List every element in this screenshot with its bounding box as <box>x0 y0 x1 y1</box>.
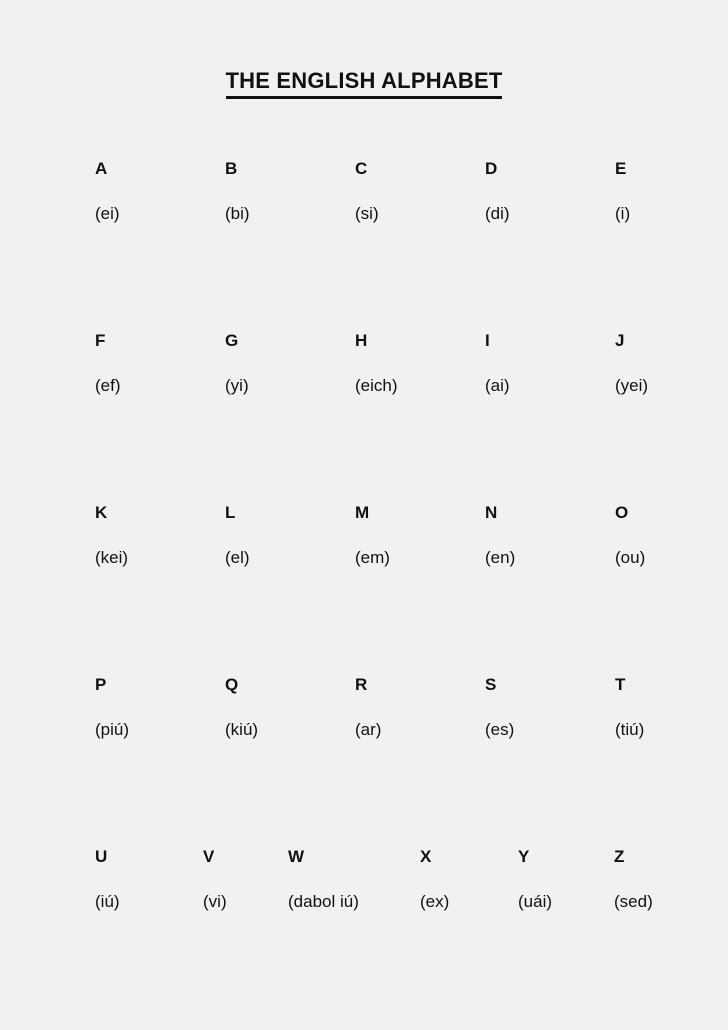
alphabet-pronunciation: (es) <box>485 721 625 738</box>
alphabet-pronunciation: (ei) <box>95 205 235 222</box>
alphabet-entry-o: O (ou) <box>615 504 728 566</box>
alphabet-entry-d: D (di) <box>485 160 625 222</box>
alphabet-pronunciation: (eich) <box>355 377 495 394</box>
alphabet-pronunciation: (bi) <box>225 205 365 222</box>
alphabet-letter: W <box>288 848 428 868</box>
alphabet-entry-f: F (ef) <box>95 332 235 394</box>
alphabet-letter: M <box>355 504 495 524</box>
alphabet-letter: Q <box>225 676 365 696</box>
alphabet-letter: Z <box>614 848 728 868</box>
alphabet-entry-q: Q (kiú) <box>225 676 365 738</box>
alphabet-pronunciation: (el) <box>225 549 365 566</box>
alphabet-pronunciation: (i) <box>615 205 728 222</box>
alphabet-entry-m: M (em) <box>355 504 495 566</box>
alphabet-entry-w: W (dabol iú) <box>288 848 428 910</box>
alphabet-row: A (ei) B (bi) C (si) D (di) E (i) <box>0 160 728 332</box>
alphabet-pronunciation: (yi) <box>225 377 365 394</box>
alphabet-letter: H <box>355 332 495 352</box>
alphabet-letter: T <box>615 676 728 696</box>
alphabet-letter: S <box>485 676 625 696</box>
alphabet-pronunciation: (tiú) <box>615 721 728 738</box>
alphabet-pronunciation: (di) <box>485 205 625 222</box>
alphabet-entry-l: L (el) <box>225 504 365 566</box>
alphabet-entry-r: R (ar) <box>355 676 495 738</box>
alphabet-entry-a: A (ei) <box>95 160 235 222</box>
alphabet-pronunciation: (piú) <box>95 721 235 738</box>
alphabet-letter: O <box>615 504 728 524</box>
alphabet-pronunciation: (ef) <box>95 377 235 394</box>
alphabet-entry-z: Z (sed) <box>614 848 728 910</box>
alphabet-entry-k: K (kei) <box>95 504 235 566</box>
alphabet-entry-h: H (eich) <box>355 332 495 394</box>
alphabet-entry-p: P (piú) <box>95 676 235 738</box>
alphabet-entry-t: T (tiú) <box>615 676 728 738</box>
alphabet-letter: P <box>95 676 235 696</box>
alphabet-row: F (ef) G (yi) H (eich) I (ai) J (yei) <box>0 332 728 504</box>
alphabet-letter: E <box>615 160 728 180</box>
alphabet-entry-n: N (en) <box>485 504 625 566</box>
alphabet-pronunciation: (ai) <box>485 377 625 394</box>
alphabet-entry-g: G (yi) <box>225 332 365 394</box>
alphabet-letter: C <box>355 160 495 180</box>
alphabet-pronunciation: (ar) <box>355 721 495 738</box>
alphabet-entry-s: S (es) <box>485 676 625 738</box>
alphabet-letter: I <box>485 332 625 352</box>
page-title-container: THE ENGLISH ALPHABET <box>0 68 728 99</box>
alphabet-letter: D <box>485 160 625 180</box>
alphabet-letter: J <box>615 332 728 352</box>
alphabet-entry-b: B (bi) <box>225 160 365 222</box>
alphabet-letter: N <box>485 504 625 524</box>
alphabet-letter: F <box>95 332 235 352</box>
alphabet-pronunciation: (si) <box>355 205 495 222</box>
page-title: THE ENGLISH ALPHABET <box>226 68 503 99</box>
alphabet-pronunciation: (kiú) <box>225 721 365 738</box>
alphabet-row: P (piú) Q (kiú) R (ar) S (es) T (tiú) <box>0 676 728 848</box>
alphabet-pronunciation: (em) <box>355 549 495 566</box>
worksheet-page: THE ENGLISH ALPHABET A (ei) B (bi) C (si) D (di… <box>0 0 728 1030</box>
alphabet-pronunciation: (kei) <box>95 549 235 566</box>
alphabet-pronunciation: (sed) <box>614 893 728 910</box>
alphabet-pronunciation: (ou) <box>615 549 728 566</box>
alphabet-letter: L <box>225 504 365 524</box>
alphabet-pronunciation: (dabol iú) <box>288 893 428 910</box>
alphabet-letter: A <box>95 160 235 180</box>
alphabet-pronunciation: (yei) <box>615 377 728 394</box>
alphabet-entry-j: J (yei) <box>615 332 728 394</box>
alphabet-grid: A (ei) B (bi) C (si) D (di) E (i) F (ef) G (yi) H (eich… <box>0 160 728 1020</box>
alphabet-letter: R <box>355 676 495 696</box>
alphabet-entry-e: E (i) <box>615 160 728 222</box>
alphabet-letter: K <box>95 504 235 524</box>
alphabet-letter: B <box>225 160 365 180</box>
alphabet-entry-c: C (si) <box>355 160 495 222</box>
alphabet-row: U(iú)V(vi)W(dabol iú)X(ex)Y(uái)Z(sed) <box>0 848 728 1020</box>
alphabet-pronunciation: (en) <box>485 549 625 566</box>
alphabet-row: K (kei) L (el) M (em) N (en) O (ou) <box>0 504 728 676</box>
alphabet-letter: G <box>225 332 365 352</box>
alphabet-entry-i: I (ai) <box>485 332 625 394</box>
